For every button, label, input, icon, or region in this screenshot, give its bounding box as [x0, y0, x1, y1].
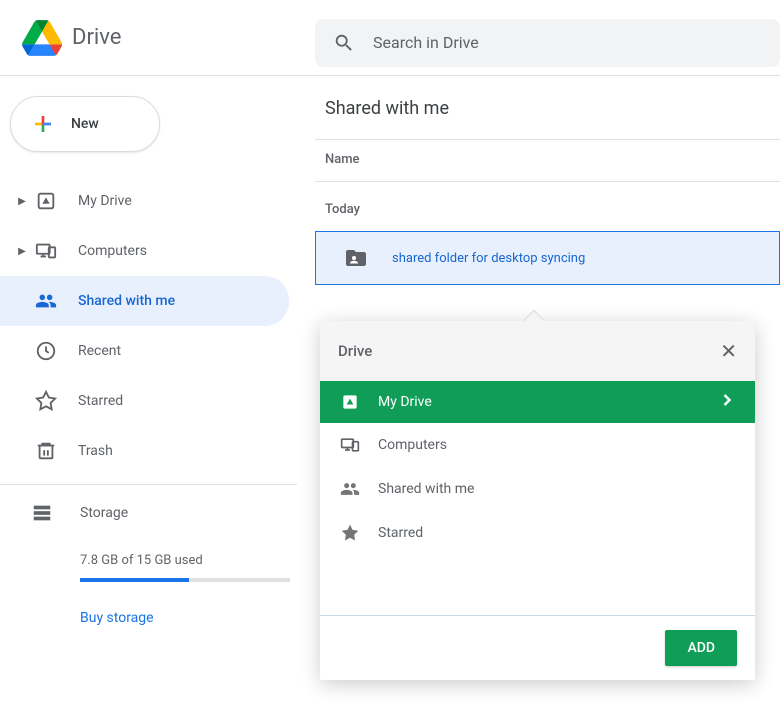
storage-bar: [80, 578, 290, 582]
shared-icon: [338, 477, 362, 501]
search-bar[interactable]: [315, 19, 780, 67]
sidebar-item-label: My Drive: [78, 193, 132, 209]
search-input[interactable]: [373, 33, 762, 52]
popup-item-label: Shared with me: [378, 481, 737, 497]
app-name: Drive: [72, 25, 121, 50]
star-icon: [34, 389, 58, 413]
chevron-right-icon: ▶: [14, 196, 30, 207]
sidebar-item-starred[interactable]: Starred: [0, 376, 289, 426]
sidebar-item-computers[interactable]: ▶ Computers: [0, 226, 289, 276]
sidebar-item-label: Shared with me: [78, 293, 175, 309]
plus-icon: [31, 112, 55, 136]
popup-item-computers[interactable]: Computers: [320, 423, 755, 467]
close-icon[interactable]: ✕: [720, 339, 737, 363]
new-button[interactable]: New: [10, 96, 160, 152]
shared-folder-icon: [344, 246, 368, 270]
popup-item-starred[interactable]: Starred: [320, 511, 755, 555]
my-drive-icon: [34, 189, 58, 213]
storage-bar-fill: [80, 578, 189, 582]
popup-title: Drive: [338, 342, 372, 360]
drive-logo-icon: [22, 18, 62, 58]
file-name: shared folder for desktop syncing: [392, 251, 585, 266]
popup-item-label: Starred: [378, 525, 737, 541]
group-label-today: Today: [315, 182, 780, 231]
page-title: Shared with me: [315, 76, 780, 139]
sidebar-item-my-drive[interactable]: ▶ My Drive: [0, 176, 289, 226]
clock-icon: [34, 339, 58, 363]
sidebar-item-storage[interactable]: Storage: [30, 501, 297, 525]
column-header-name[interactable]: Name: [315, 139, 780, 182]
computers-icon: [338, 433, 362, 457]
search-icon: [333, 32, 355, 54]
divider: [0, 484, 297, 485]
popup-item-label: My Drive: [378, 394, 717, 410]
app-header: Drive: [0, 0, 780, 76]
my-drive-icon: [338, 390, 362, 414]
main-content: Shared with me Name Today shared folder …: [315, 76, 780, 285]
sidebar-item-recent[interactable]: Recent: [0, 326, 289, 376]
new-button-label: New: [71, 116, 99, 132]
storage-label: Storage: [80, 505, 128, 521]
storage-usage-text: 7.8 GB of 15 GB used: [80, 553, 297, 568]
sidebar-item-shared-with-me[interactable]: Shared with me: [0, 276, 289, 326]
chevron-right-icon: ▶: [14, 246, 30, 257]
sidebar: New ▶ My Drive ▶ Computers Shared with m…: [0, 76, 297, 626]
sidebar-item-label: Trash: [78, 443, 113, 459]
shared-icon: [34, 289, 58, 313]
computers-icon: [34, 239, 58, 263]
add-button[interactable]: ADD: [665, 630, 737, 666]
sidebar-item-label: Recent: [78, 343, 121, 359]
file-row[interactable]: shared folder for desktop syncing: [315, 231, 780, 285]
sidebar-item-label: Starred: [78, 393, 123, 409]
trash-icon: [34, 439, 58, 463]
popup-item-label: Computers: [378, 437, 737, 453]
popup-item-shared-with-me[interactable]: Shared with me: [320, 467, 755, 511]
buy-storage-link[interactable]: Buy storage: [80, 610, 154, 626]
sidebar-item-trash[interactable]: Trash: [0, 426, 289, 476]
chevron-right-icon: [717, 390, 737, 414]
move-to-popup: Drive ✕ My Drive Computers Shared with m…: [320, 321, 755, 680]
sidebar-item-label: Computers: [78, 243, 147, 259]
star-icon: [338, 521, 362, 545]
popup-item-my-drive[interactable]: My Drive: [320, 381, 755, 423]
storage-icon: [30, 501, 54, 525]
